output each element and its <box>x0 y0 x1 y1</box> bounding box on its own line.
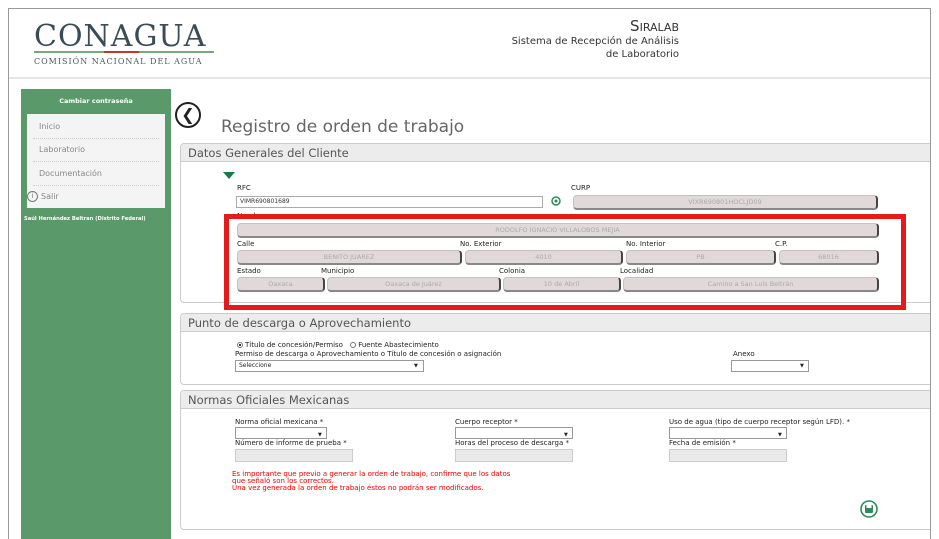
radio-fuente-label: Fuente Abastecimiento <box>358 341 439 349</box>
horas-label: Horas del proceso de descarga * <box>455 439 569 447</box>
logo-rule-accent <box>104 51 139 53</box>
change-password-link[interactable]: Cambiar contraseña <box>21 97 171 105</box>
nombre-field: RODOLFO IGNACIO VILLALOBOS MEJIA <box>237 223 879 238</box>
chevron-down-icon: ▼ <box>800 363 804 369</box>
header: CONAGUA COMISIÓN NACIONAL DEL AGUA Siral… <box>9 9 930 79</box>
permit-label: Permiso de descarga o Aprovechamiento o … <box>235 350 502 358</box>
sidebar-item-inicio[interactable]: Inicio <box>39 122 60 131</box>
permit-select-value: Seleccione <box>239 362 272 369</box>
discharge-panel-heading: Punto de descarga o Aprovechamiento <box>181 314 930 332</box>
rfc-label: RFC <box>237 184 251 192</box>
header-divider <box>9 77 930 79</box>
radio-concesion[interactable]: Título de concesión/Permiso Fuente Abast… <box>237 341 439 349</box>
chevron-down-icon: ▼ <box>414 363 418 369</box>
sidebar-item-salir[interactable]: i Salir <box>27 191 59 202</box>
sidebar-item-laboratorio[interactable]: Laboratorio <box>39 145 85 154</box>
client-panel-heading: Datos Generales del Cliente <box>181 144 930 162</box>
app-subtitle-line1: Sistema de Recepción de Análisis <box>511 36 679 47</box>
logo-title: CONAGUA <box>34 19 207 54</box>
num-int-label: No. Interior <box>626 240 666 248</box>
anexo-select[interactable]: ▼ <box>731 360 809 372</box>
calle-label: Calle <box>237 240 255 248</box>
radio-selected-icon <box>237 342 243 348</box>
back-arrow-icon[interactable]: ❮ <box>175 102 201 128</box>
horas-field[interactable] <box>455 449 573 462</box>
sidebar-menu: Inicio Laboratorio Documentación i Salir <box>27 114 165 208</box>
logo-subtitle: COMISIÓN NACIONAL DEL AGUA <box>34 57 203 66</box>
uso-select[interactable]: ▼ <box>669 427 787 439</box>
colonia-field: 10 de Abril <box>503 277 621 292</box>
app-name: Siralab <box>630 17 679 35</box>
municipio-label: Municipio <box>321 267 355 275</box>
num-int-field: PB <box>626 250 776 265</box>
sidebar: Cambiar contraseña Inicio Laboratorio Do… <box>21 89 171 539</box>
uso-label: Uso de agua (tipo de cuerpo receptor seg… <box>669 418 850 426</box>
informe-label: Número de informe de prueba * <box>235 439 347 447</box>
municipio-field: Oaxaca de Juárez <box>327 277 501 292</box>
app-subtitle-line2: de Laboratorio <box>605 49 679 60</box>
cuerpo-label: Cuerpo receptor * <box>455 418 518 426</box>
norma-select[interactable]: ▼ <box>235 427 327 439</box>
user-name: Saúl Hernández Beltran (Distrito Federal… <box>24 216 146 222</box>
norms-panel-heading: Normas Oficiales Mexicanas <box>181 391 930 409</box>
cp-label: C.P. <box>775 240 788 248</box>
discharge-panel: Punto de descarga o Aprovechamiento <box>180 313 930 385</box>
nombre-label: Nombre <box>237 212 265 220</box>
fecha-field[interactable] <box>669 449 787 462</box>
localidad-field: Camino a San Luis Beltrán <box>623 277 879 292</box>
browser-frame: CONAGUA COMISIÓN NACIONAL DEL AGUA Siral… <box>8 8 931 539</box>
cp-field: 68016 <box>779 250 879 265</box>
sidebar-divider <box>33 138 159 139</box>
sidebar-item-label: Salir <box>41 192 59 201</box>
colonia-label: Colonia <box>499 267 526 275</box>
cuerpo-select[interactable]: ▼ <box>455 427 573 439</box>
sidebar-divider <box>33 185 159 186</box>
estado-field: Oaxaca <box>237 277 325 292</box>
sidebar-divider <box>33 161 159 162</box>
radio-concesion-label: Título de concesión/Permiso <box>245 341 343 349</box>
locate-icon[interactable] <box>550 195 562 207</box>
rfc-field[interactable]: VIMR690801689 <box>236 196 543 208</box>
expand-triangle-icon[interactable] <box>223 172 235 179</box>
estado-label: Estado <box>237 267 261 275</box>
chevron-down-icon: ▼ <box>778 432 782 438</box>
page-title: Registro de orden de trabajo <box>221 117 465 137</box>
informe-field[interactable] <box>235 449 353 462</box>
norma-label: Norma oficial mexicana * <box>235 418 324 426</box>
calle-field: BENITO JUAREZ <box>237 250 462 265</box>
fecha-label: Fecha de emisión * <box>669 439 736 447</box>
anexo-label: Anexo <box>733 350 755 358</box>
save-icon[interactable] <box>860 500 878 518</box>
sidebar-item-documentacion[interactable]: Documentación <box>39 169 102 178</box>
localidad-label: Localidad <box>620 267 654 275</box>
warning-line3: Una vez generada la orden de trabajo ést… <box>232 484 484 492</box>
radio-unselected-icon[interactable] <box>350 342 357 348</box>
info-icon: i <box>27 191 38 202</box>
num-ext-field: 4010 <box>465 250 623 265</box>
num-ext-label: No. Exterior <box>460 240 502 248</box>
curp-field: VIXR690801HOCLJD09 <box>573 195 878 210</box>
curp-label: CURP <box>571 184 591 192</box>
permit-select[interactable]: Seleccione ▼ <box>235 360 424 372</box>
